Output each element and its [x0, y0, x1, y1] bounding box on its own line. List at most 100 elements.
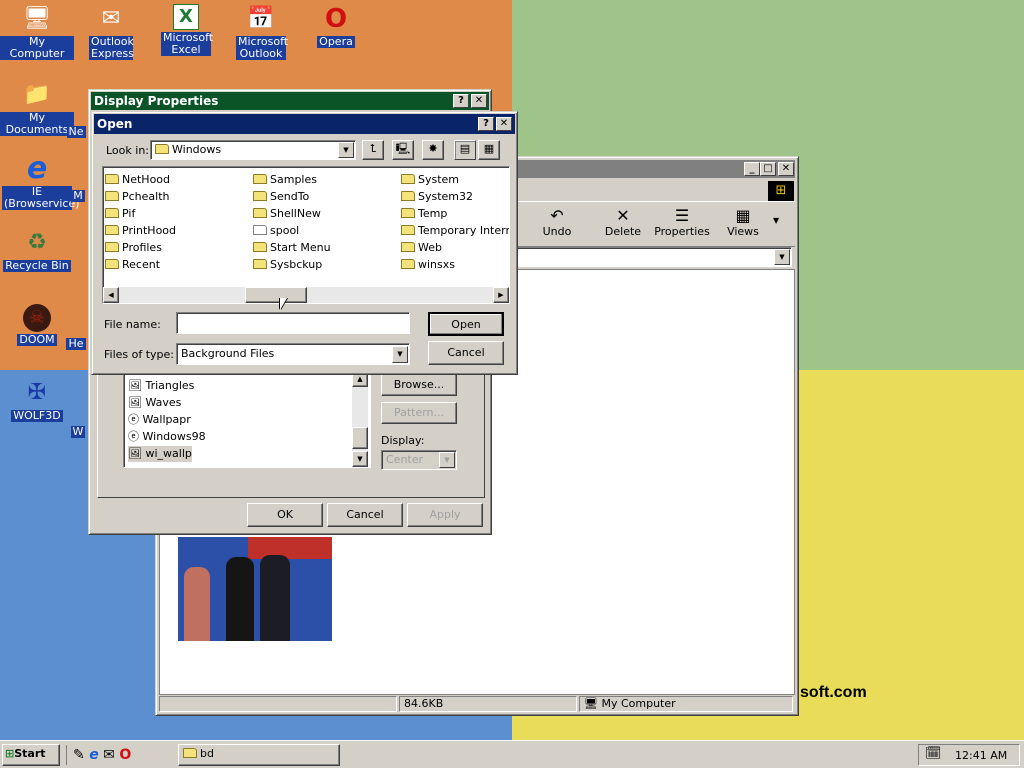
desktop-icon-excel[interactable]: X Microsoft Excel [149, 4, 223, 56]
wallpaper-list-scrollbar[interactable]: ▲ ▼ [352, 371, 368, 467]
outlook-express-icon[interactable]: ✉ [103, 747, 115, 763]
scroll-left-button[interactable]: ◀ [103, 287, 119, 303]
desktop-icon-outlook[interactable]: 📅 Microsoft Outlook [224, 4, 298, 60]
display-mode-arrow[interactable]: ▼ [439, 452, 455, 468]
address-bar[interactable] [516, 247, 792, 267]
folder-item[interactable]: System [401, 171, 509, 188]
views-button[interactable]: ▦ Views [717, 206, 769, 238]
list-view-button[interactable]: ▤ [454, 140, 476, 160]
folder-icon [401, 208, 415, 218]
address-dropdown-arrow[interactable]: ▼ [774, 249, 790, 265]
wallpaper-list[interactable]: 🖼 Triangles 🖼 Waves ⓔ Wallpapr ⓔ Windows… [123, 370, 371, 468]
cancel-button[interactable]: Cancel [327, 503, 403, 527]
desktop-icon-my-computer[interactable]: 🖥 My Computer [0, 4, 74, 60]
files-of-type-label: Files of type: [104, 348, 175, 361]
look-in-select[interactable]: Windows [150, 140, 356, 160]
display-properties-title-bar[interactable]: Display Properties [91, 92, 489, 110]
folder-item[interactable]: spool [253, 222, 331, 239]
start-button[interactable]: ⊞Start [2, 744, 60, 766]
new-folder-button[interactable]: ✸ [422, 140, 444, 160]
desktop-icon-partial-he[interactable]: He [62, 338, 90, 350]
folder-item[interactable]: Temp [401, 205, 509, 222]
close-button[interactable]: ✕ [778, 162, 794, 176]
scroll-thumb[interactable] [245, 287, 307, 303]
folder-item[interactable]: SendTo [253, 188, 331, 205]
opera-icon[interactable]: O [119, 747, 131, 763]
file-name-input[interactable] [176, 312, 410, 334]
close-button[interactable]: ✕ [471, 94, 487, 108]
desktop-icon-opera[interactable]: O Opera [299, 4, 373, 48]
delete-icon: ✕ [616, 206, 630, 225]
details-view-button[interactable]: ▦ [478, 140, 500, 160]
desktop-button[interactable]: 🖳 [392, 140, 414, 160]
browse-button[interactable]: Browse... [381, 374, 457, 396]
desktop-icon-partial-m[interactable]: M [66, 190, 90, 202]
close-button[interactable]: ✕ [496, 117, 512, 131]
up-one-level-button[interactable]: ⮤ [362, 140, 384, 160]
wallpaper-item-waves[interactable]: 🖼 Waves [128, 395, 181, 411]
folder-item[interactable]: PrintHood [105, 222, 176, 239]
pattern-button[interactable]: Pattern... [381, 402, 457, 424]
ok-button[interactable]: OK [247, 503, 323, 527]
folder-icon [401, 242, 415, 252]
folder-item[interactable]: Start Menu [253, 239, 331, 256]
desktop-icon-ie[interactable]: e IE (Browservice) [0, 154, 80, 210]
folder-item[interactable]: NetHood [105, 171, 176, 188]
scroll-down-button[interactable]: ▼ [352, 451, 368, 467]
task-scheduler-icon[interactable]: 🗓 [925, 746, 942, 761]
desktop-icon-recycle-bin[interactable]: ♻ Recycle Bin [0, 228, 74, 272]
file-list-column-2: Samples SendTo ShellNew spool Start Menu… [253, 171, 331, 273]
minimize-button[interactable]: _ [744, 162, 760, 176]
excel-icon: X [173, 4, 199, 30]
wallpaper-item-windows98[interactable]: ⓔ Windows98 [128, 429, 206, 445]
folder-item[interactable]: winsxs [401, 256, 509, 273]
up-folder-icon: ⮤ [369, 142, 377, 155]
file-list-hscrollbar[interactable]: ◀ ▶ [103, 287, 509, 303]
html-file-icon: ⓔ [128, 413, 139, 426]
desktop-icon-wolf3d[interactable]: ✠ WOLF3D [0, 378, 74, 422]
help-button[interactable]: ? [453, 94, 469, 108]
open-button[interactable]: Open [428, 312, 504, 336]
scroll-thumb[interactable] [352, 427, 368, 449]
desktop-icon-partial-w[interactable]: W [66, 426, 90, 438]
undo-button[interactable]: ↶ Undo [531, 206, 583, 238]
apply-button[interactable]: Apply [407, 503, 483, 527]
file-list[interactable]: NetHood Pchealth Pif PrintHood Profiles … [102, 166, 510, 304]
folder-icon [253, 191, 267, 201]
folder-item[interactable]: Temporary Internet [401, 222, 509, 239]
wallpaper-item-wallpapr[interactable]: ⓔ Wallpapr [128, 412, 191, 428]
scroll-right-button[interactable]: ▶ [493, 287, 509, 303]
folder-item[interactable]: Pchealth [105, 188, 176, 205]
internet-explorer-icon[interactable]: e [89, 747, 99, 763]
clock[interactable]: 12:41 AM [955, 749, 1007, 762]
open-dialog[interactable]: Open ? ✕ Look in: Windows ▼ ⮤ 🖳 ✸ ▤ ▦ Ne… [91, 111, 518, 375]
properties-button[interactable]: ☰ Properties [651, 206, 713, 238]
files-of-type-select[interactable]: Background Files [176, 343, 410, 365]
maximize-button[interactable]: □ [760, 162, 776, 176]
open-dialog-title-bar[interactable]: Open [94, 114, 515, 134]
desktop-icon-partial-ne[interactable]: Ne [62, 126, 90, 138]
files-of-type-arrow[interactable]: ▼ [392, 346, 408, 363]
views-dropdown-arrow[interactable]: ▼ [773, 216, 779, 225]
folder-item[interactable]: Web [401, 239, 509, 256]
folder-item[interactable]: System32 [401, 188, 509, 205]
cancel-button[interactable]: Cancel [428, 341, 504, 365]
folder-icon [105, 225, 119, 235]
help-button[interactable]: ? [478, 117, 494, 131]
folder-icon [105, 191, 119, 201]
my-computer-icon: 🖥 [23, 6, 51, 31]
folder-item[interactable]: Samples [253, 171, 331, 188]
folder-item[interactable]: Sysbckup [253, 256, 331, 273]
look-in-arrow[interactable]: ▼ [338, 142, 354, 158]
folder-item[interactable]: ShellNew [253, 205, 331, 222]
my-computer-small-icon: 🖥 [584, 697, 602, 710]
desktop-icon-outlook-express[interactable]: ✉ Outlook Express [74, 4, 148, 60]
folder-item[interactable]: Recent [105, 256, 176, 273]
delete-button[interactable]: ✕ Delete [595, 206, 651, 238]
folder-item[interactable]: Profiles [105, 239, 176, 256]
wallpaper-item-triangles[interactable]: 🖼 Triangles [128, 378, 194, 394]
show-desktop-icon[interactable]: ✎ [73, 747, 85, 763]
folder-item[interactable]: Pif [105, 205, 176, 222]
taskbar-button-bd[interactable]: bd [178, 744, 340, 766]
wallpaper-item-wi-wallp[interactable]: 🖼 wi_wallp [128, 446, 192, 462]
